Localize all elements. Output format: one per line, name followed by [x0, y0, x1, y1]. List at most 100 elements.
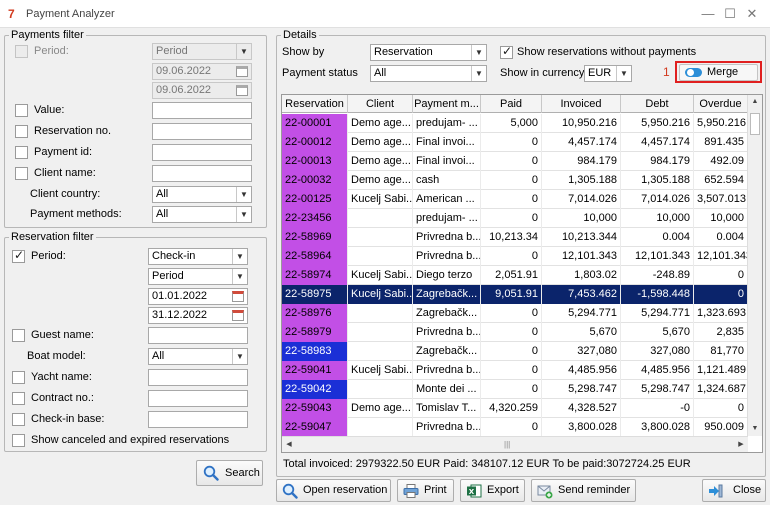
pf-payment-methods-select[interactable]: All ▼ [152, 206, 252, 223]
print-button[interactable]: Print [397, 479, 454, 502]
column-header[interactable]: Paid [481, 95, 542, 113]
payment-status-select[interactable]: All ▼ [370, 65, 487, 82]
pf-client-country-value: All [156, 188, 169, 200]
pf-payment-id-checkbox[interactable] [15, 146, 28, 159]
pf-reservation-no-label: Reservation no. [34, 125, 112, 137]
scroll-down-icon[interactable]: ▼ [748, 422, 762, 436]
table-row[interactable]: 22-00013 Demo age... Final invoi... 0 984.17… [282, 152, 748, 171]
rf-contract-no-checkbox[interactable] [12, 392, 25, 405]
rf-period-type-select[interactable]: Check-in ▼ [148, 248, 248, 265]
pf-value-input[interactable] [152, 102, 252, 119]
rf-boat-model-select[interactable]: All ▼ [148, 348, 248, 365]
rf-yacht-name-input[interactable] [148, 369, 248, 386]
pf-client-name-checkbox[interactable] [15, 167, 28, 180]
pf-period-checkbox[interactable] [15, 45, 28, 58]
rf-period-select[interactable]: Period ▼ [148, 268, 248, 285]
table-cell: 0 [481, 323, 542, 342]
table-cell: 4,485.956 [542, 361, 621, 380]
table-row[interactable]: 22-00001 Demo age... predujam- ... 5,000 10,… [282, 114, 748, 133]
search-button[interactable]: Search [196, 460, 263, 486]
calendar-icon[interactable] [234, 84, 250, 97]
close-window-button[interactable]: ✕ [738, 5, 766, 23]
table-cell: 10,000 [621, 209, 694, 228]
table-row[interactable]: 22-00125 Kucelj Sabi... American ... 0 7,014… [282, 190, 748, 209]
rf-guest-name-checkbox[interactable] [12, 329, 25, 342]
table-row[interactable]: 22-58974 Kucelj Sabi... Diego terzo 2,051.9… [282, 266, 748, 285]
rf-checkin-base-label: Check-in base: [31, 413, 105, 425]
svg-text:X: X [469, 488, 475, 496]
table-cell: Zagrebačk... [413, 285, 481, 304]
column-header[interactable]: Client [348, 95, 413, 113]
rf-checkin-base-checkbox[interactable] [12, 413, 25, 426]
scroll-left-icon[interactable]: ◀ [282, 438, 296, 452]
close-button[interactable]: Close [702, 479, 766, 502]
table-row[interactable]: 22-59041 Kucelj Sabi... Privredna b... 0 4,4… [282, 361, 748, 380]
table-cell: 22-00001 [282, 114, 348, 133]
table-cell: 5,298.747 [542, 380, 621, 399]
show-without-payments-label: Show reservations without payments [517, 46, 697, 58]
pf-value-checkbox[interactable] [15, 104, 28, 117]
export-button[interactable]: X Export [460, 479, 525, 502]
rf-period-checkbox[interactable] [12, 248, 25, 263]
table-row[interactable]: 22-58976 Zagrebačk... 0 5,294.771 5,294.771 1… [282, 304, 748, 323]
pf-reservation-no-checkbox[interactable] [15, 125, 28, 138]
pf-reservation-no-input[interactable] [152, 123, 252, 140]
rf-guest-name-input[interactable] [148, 327, 248, 344]
pf-period-to-field[interactable]: 09.06.2022 [152, 82, 252, 99]
pf-period-from-field[interactable]: 09.06.2022 [152, 63, 252, 80]
rf-contract-no-input[interactable] [148, 390, 248, 407]
rf-date-from-field[interactable]: 01.01.2022 [148, 288, 248, 305]
horizontal-scrollbar[interactable]: ◀ ||| ▶ [282, 436, 748, 452]
rf-boat-model-value: All [152, 350, 165, 362]
rf-show-canceled-checkbox[interactable] [12, 434, 25, 447]
show-without-payments-checkbox[interactable] [500, 44, 513, 59]
calendar-icon[interactable] [234, 65, 250, 78]
calendar-icon[interactable] [230, 309, 246, 322]
open-reservation-button[interactable]: Open reservation [276, 479, 391, 502]
app-logo-icon: 7 [8, 7, 15, 21]
pf-client-name-input[interactable] [152, 165, 252, 182]
pf-payment-id-input[interactable] [152, 144, 252, 161]
rf-yacht-name-checkbox[interactable] [12, 371, 25, 384]
send-reminder-button[interactable]: Send reminder [531, 479, 636, 502]
table-row[interactable]: 22-58975 Kucelj Sabi... Zagrebačk... 9,051.… [282, 285, 748, 304]
payment-status-label: Payment status [282, 67, 358, 79]
scroll-up-icon[interactable]: ▲ [748, 95, 762, 109]
column-header[interactable]: Payment m... [413, 95, 481, 113]
rf-boat-model-label: Boat model: [27, 350, 86, 362]
pf-client-country-select[interactable]: All ▼ [152, 186, 252, 203]
table-cell: predujam- ... [413, 114, 481, 133]
column-header[interactable]: Overdue [694, 95, 748, 113]
table-row[interactable]: 22-59042 Monte dei ... 0 5,298.747 5,298.747… [282, 380, 748, 399]
table-row[interactable]: 22-58969 Privredna b... 10,213.34 10,213.34… [282, 228, 748, 247]
column-header[interactable]: Debt [621, 95, 694, 113]
rf-checkin-base-input[interactable] [148, 411, 248, 428]
show-by-select[interactable]: Reservation ▼ [370, 44, 487, 61]
table-cell: 0 [694, 399, 748, 418]
table-row[interactable]: 22-58964 Privredna b... 0 12,101.343 12,101.… [282, 247, 748, 266]
table-row[interactable]: 22-23456 predujam- ... 0 10,000 10,000 10,000 [282, 209, 748, 228]
table-row[interactable]: 22-59043 Demo age... Tomislav T... 4,320.25… [282, 399, 748, 418]
scroll-thumb[interactable] [750, 113, 760, 135]
chevron-down-icon: ▼ [236, 207, 251, 222]
merge-toggle-button[interactable]: Merge [679, 64, 758, 81]
table-row[interactable]: 22-58979 Privredna b... 0 5,670 5,670 2,835 [282, 323, 748, 342]
table-row[interactable]: 22-59047 Privredna b... 0 3,800.028 3,800.02… [282, 418, 748, 437]
rf-date-to-field[interactable]: 31.12.2022 [148, 307, 248, 324]
column-header[interactable]: Reservation [282, 95, 348, 113]
scroll-grip-icon[interactable]: ||| [504, 440, 510, 449]
calendar-icon[interactable] [230, 290, 246, 303]
vertical-scrollbar[interactable]: ▲ ▼ [747, 95, 762, 436]
column-header[interactable]: Invoiced [542, 95, 621, 113]
currency-select[interactable]: EUR ▼ [584, 65, 632, 82]
pf-period-select[interactable]: Period ▼ [152, 43, 252, 60]
toggle-switch-icon [685, 68, 702, 77]
table-row[interactable]: 22-00012 Demo age... Final invoi... 0 4,457.… [282, 133, 748, 152]
reservation-filter-legend: Reservation filter [11, 231, 94, 243]
table-row[interactable]: 22-00032 Demo age... cash 0 1,305.188 1,305.1… [282, 171, 748, 190]
table-cell: 1,121.489 [694, 361, 748, 380]
table-row[interactable]: 22-58983 Zagrebačk... 0 327,080 327,080 81,77… [282, 342, 748, 361]
scroll-right-icon[interactable]: ▶ [734, 438, 748, 452]
payments-table[interactable]: Reservation Client Payment m... Paid Invoice… [281, 94, 763, 453]
table-cell: 7,014.026 [542, 190, 621, 209]
